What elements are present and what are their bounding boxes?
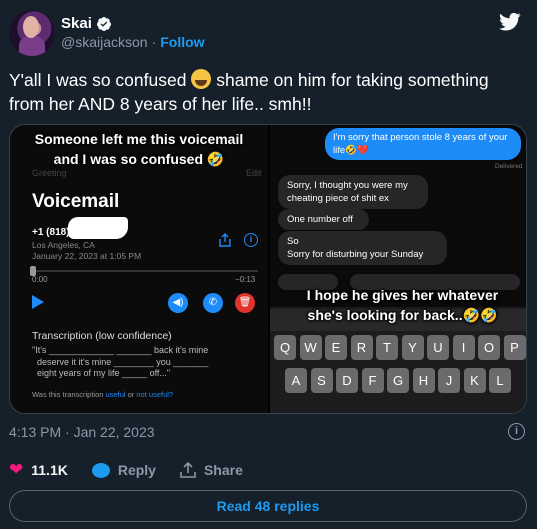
key: H bbox=[412, 368, 435, 393]
caller-location: Los Angeles, CA January 22, 2023 at 1:05… bbox=[32, 240, 141, 262]
call-date: January 22, 2023 at 1:05 PM bbox=[32, 251, 142, 261]
info-icon[interactable]: i bbox=[508, 423, 525, 440]
received-message-3-line2: Sorry for disturbing your Sunday bbox=[287, 249, 424, 260]
author-name-line: Skai bbox=[61, 15, 112, 32]
redaction-mark bbox=[68, 217, 128, 239]
received-message-1: Sorry, I thought you were my cheating pi… bbox=[278, 175, 428, 209]
key: E bbox=[325, 335, 347, 360]
author-name[interactable]: Skai bbox=[61, 15, 92, 32]
like-count: 11.1K bbox=[31, 462, 68, 478]
verified-badge-icon bbox=[96, 16, 111, 31]
messages-screenshot[interactable]: I'm sorry that person stole 8 years of y… bbox=[270, 125, 526, 413]
key: A bbox=[285, 368, 307, 393]
separator-dot: · bbox=[151, 34, 157, 50]
feedback-useful: useful bbox=[105, 390, 126, 399]
like-button[interactable]: ❤ 11.1K bbox=[9, 460, 68, 480]
key: K bbox=[463, 368, 486, 393]
messages-caption: I hope he gives her whatever she's looki… bbox=[280, 285, 525, 325]
feedback-not-useful: not useful? bbox=[136, 390, 174, 399]
reply-label: Reply bbox=[117, 462, 156, 478]
tweet-header: Skai @skaijackson · Follow bbox=[9, 10, 529, 58]
share-button[interactable]: Share bbox=[180, 462, 243, 478]
feedback-prefix: Was this transcription bbox=[32, 390, 104, 399]
keyboard-row-1: Q W E R T Y U I O P bbox=[274, 335, 526, 360]
received-message-3-line1: So bbox=[287, 236, 299, 247]
caller-number: +1 (818) bbox=[32, 227, 70, 238]
speaker-icon: ◀) bbox=[168, 293, 188, 313]
received-message-2: One number off bbox=[278, 209, 369, 230]
key: G bbox=[387, 368, 409, 393]
transcription-title: Transcription (low confidence) bbox=[32, 330, 172, 342]
read-replies-button[interactable]: Read 48 replies bbox=[9, 490, 527, 522]
messages-caption-line2: she's looking for back..🤣🤣 bbox=[307, 307, 498, 323]
follow-button[interactable]: Follow bbox=[160, 34, 204, 50]
key: D bbox=[336, 368, 358, 393]
edit-label: Edit bbox=[246, 168, 262, 178]
transcription-feedback: Was this transcription useful or not use… bbox=[32, 390, 173, 399]
key: O bbox=[478, 335, 500, 360]
reply-bubble-icon bbox=[91, 462, 110, 478]
key: S bbox=[310, 368, 333, 393]
media-attachment[interactable]: Someone left me this voicemail and I was… bbox=[9, 124, 527, 414]
tweet-timestamp[interactable]: 4:13 PM · Jan 22, 2023 bbox=[9, 424, 155, 440]
tweet-text: Y'all I was so confused shame on him for… bbox=[9, 68, 519, 116]
author-handle[interactable]: @skaijackson bbox=[61, 34, 148, 50]
share-icon bbox=[219, 233, 231, 247]
transcription-body: "It's _____________ _______ back it's mi… bbox=[32, 345, 209, 378]
sent-message-bubble: I'm sorry that person stole 8 years of y… bbox=[325, 128, 521, 160]
trash-icon: 🗑 bbox=[235, 293, 255, 313]
key: Y bbox=[401, 335, 424, 360]
key: W bbox=[299, 335, 322, 360]
delivered-label: Delivered bbox=[495, 163, 523, 170]
key: R bbox=[350, 335, 373, 360]
avatar[interactable] bbox=[9, 10, 55, 56]
caller-city: Los Angeles, CA bbox=[32, 240, 95, 250]
voicemail-caption-line1: Someone left me this voicemail bbox=[34, 131, 244, 147]
key: T bbox=[376, 335, 398, 360]
time-remaining: −0:13 bbox=[235, 275, 256, 284]
key: F bbox=[361, 368, 384, 393]
key: P bbox=[503, 335, 526, 360]
greeting-label: Greeting bbox=[32, 168, 67, 178]
play-icon bbox=[32, 295, 44, 309]
voicemail-title: Voicemail bbox=[32, 191, 120, 212]
time-elapsed: 0:00 bbox=[32, 275, 48, 284]
tweet-actions: ❤ 11.1K Reply Share bbox=[9, 460, 267, 480]
tweet-text-part1: Y'all I was so confused bbox=[9, 70, 187, 90]
voicemail-screenshot[interactable]: Someone left me this voicemail and I was… bbox=[10, 125, 268, 413]
handle-line: @skaijackson · Follow bbox=[61, 34, 205, 50]
key: L bbox=[489, 368, 511, 393]
share-icon bbox=[180, 462, 196, 478]
progress-track bbox=[32, 270, 258, 272]
received-message-3: So Sorry for disturbing your Sunday bbox=[278, 231, 447, 265]
key: U bbox=[427, 335, 449, 360]
voicemail-caption-line2: and I was so confused 🤣 bbox=[53, 151, 225, 167]
feedback-or: or bbox=[127, 390, 135, 399]
heart-icon: ❤ bbox=[9, 460, 24, 479]
key: J bbox=[438, 368, 460, 393]
phone-icon: ✆ bbox=[203, 293, 223, 313]
twitter-bird-icon[interactable] bbox=[499, 12, 521, 32]
reply-button[interactable]: Reply bbox=[91, 462, 156, 478]
key: I bbox=[452, 335, 475, 360]
key: Q bbox=[274, 335, 296, 360]
keyboard-row-2: A S D F G H J K L bbox=[285, 368, 515, 393]
crying-face-emoji-icon bbox=[191, 69, 212, 89]
messages-caption-line1: I hope he gives her whatever bbox=[306, 287, 499, 303]
info-icon: i bbox=[244, 233, 258, 247]
share-label: Share bbox=[203, 462, 243, 478]
